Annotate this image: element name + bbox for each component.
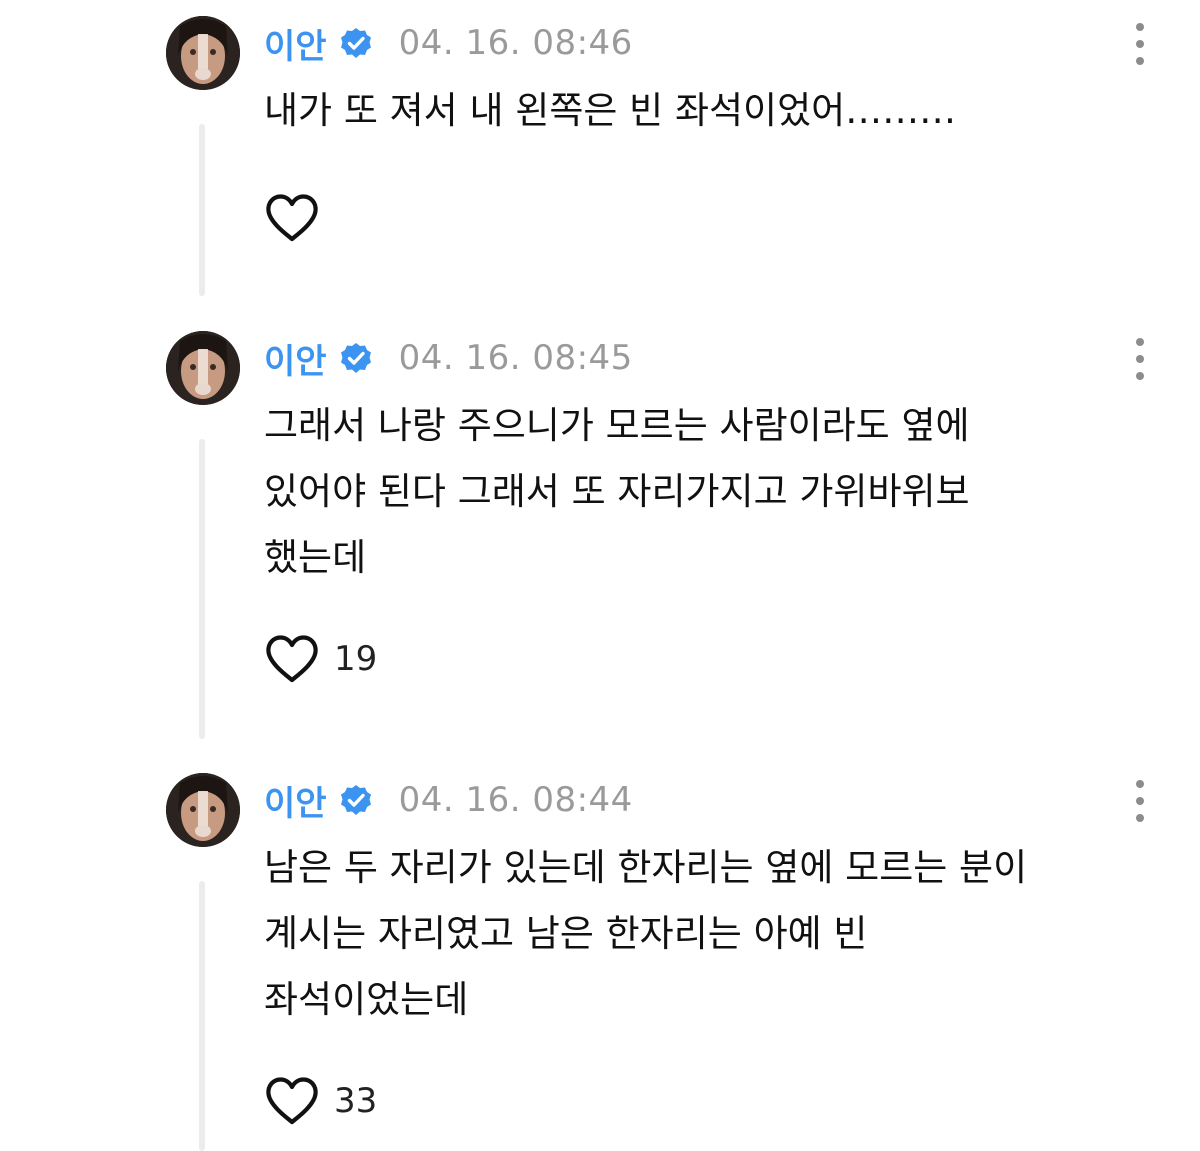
thread-line	[199, 881, 205, 1151]
verified-badge-icon	[339, 26, 373, 60]
avatar[interactable]	[166, 331, 240, 405]
username[interactable]: 이안	[264, 334, 327, 383]
like-count: 33	[334, 1081, 378, 1121]
timestamp: 04. 16. 08:44	[398, 780, 633, 820]
username[interactable]: 이안	[264, 19, 327, 68]
avatar[interactable]	[166, 773, 240, 847]
comment-header: 이안 04. 16. 08:46	[264, 18, 633, 68]
comment-text: 남은 두 자리가 있는데 한자리는 옆에 모르는 분이 계시는 자리였고 남은 …	[264, 846, 1028, 1021]
more-vertical-icon[interactable]	[1126, 777, 1154, 825]
comment-item: 이안 04. 16. 08:46 내가 또 져서 내 왼쪽은 빈 좌석이었어………	[0, 0, 1200, 300]
like-count: 19	[334, 639, 378, 679]
comment-item: 이안 04. 16. 08:45 그래서 나랑 주으니가 모르는 사람이라도 옆…	[0, 315, 1200, 740]
heart-outline-icon[interactable]	[264, 633, 320, 685]
thread-line	[199, 124, 205, 296]
avatar[interactable]	[166, 16, 240, 90]
more-vertical-icon[interactable]	[1126, 335, 1154, 383]
comment-header: 이안 04. 16. 08:44	[264, 775, 633, 825]
heart-outline-icon[interactable]	[264, 192, 320, 244]
username[interactable]: 이안	[264, 776, 327, 825]
timestamp: 04. 16. 08:45	[398, 338, 633, 378]
verified-badge-icon	[339, 341, 373, 375]
like-button[interactable]: 19	[264, 633, 377, 685]
comment-header: 이안 04. 16. 08:45	[264, 333, 633, 383]
like-button[interactable]	[264, 192, 334, 244]
comment-item: 이안 04. 16. 08:44 남은 두 자리가 있는데 한자리는 옆에 모르…	[0, 757, 1200, 1151]
thread-line	[199, 439, 205, 739]
timestamp: 04. 16. 08:46	[398, 23, 633, 63]
more-vertical-icon[interactable]	[1126, 20, 1154, 68]
comment-text: 내가 또 져서 내 왼쪽은 빈 좌석이었어………	[264, 89, 957, 132]
verified-badge-icon	[339, 783, 373, 817]
heart-outline-icon[interactable]	[264, 1075, 320, 1127]
comment-text: 그래서 나랑 주으니가 모르는 사람이라도 옆에 있어야 된다 그래서 또 자리…	[264, 404, 970, 579]
like-button[interactable]: 33	[264, 1075, 377, 1127]
